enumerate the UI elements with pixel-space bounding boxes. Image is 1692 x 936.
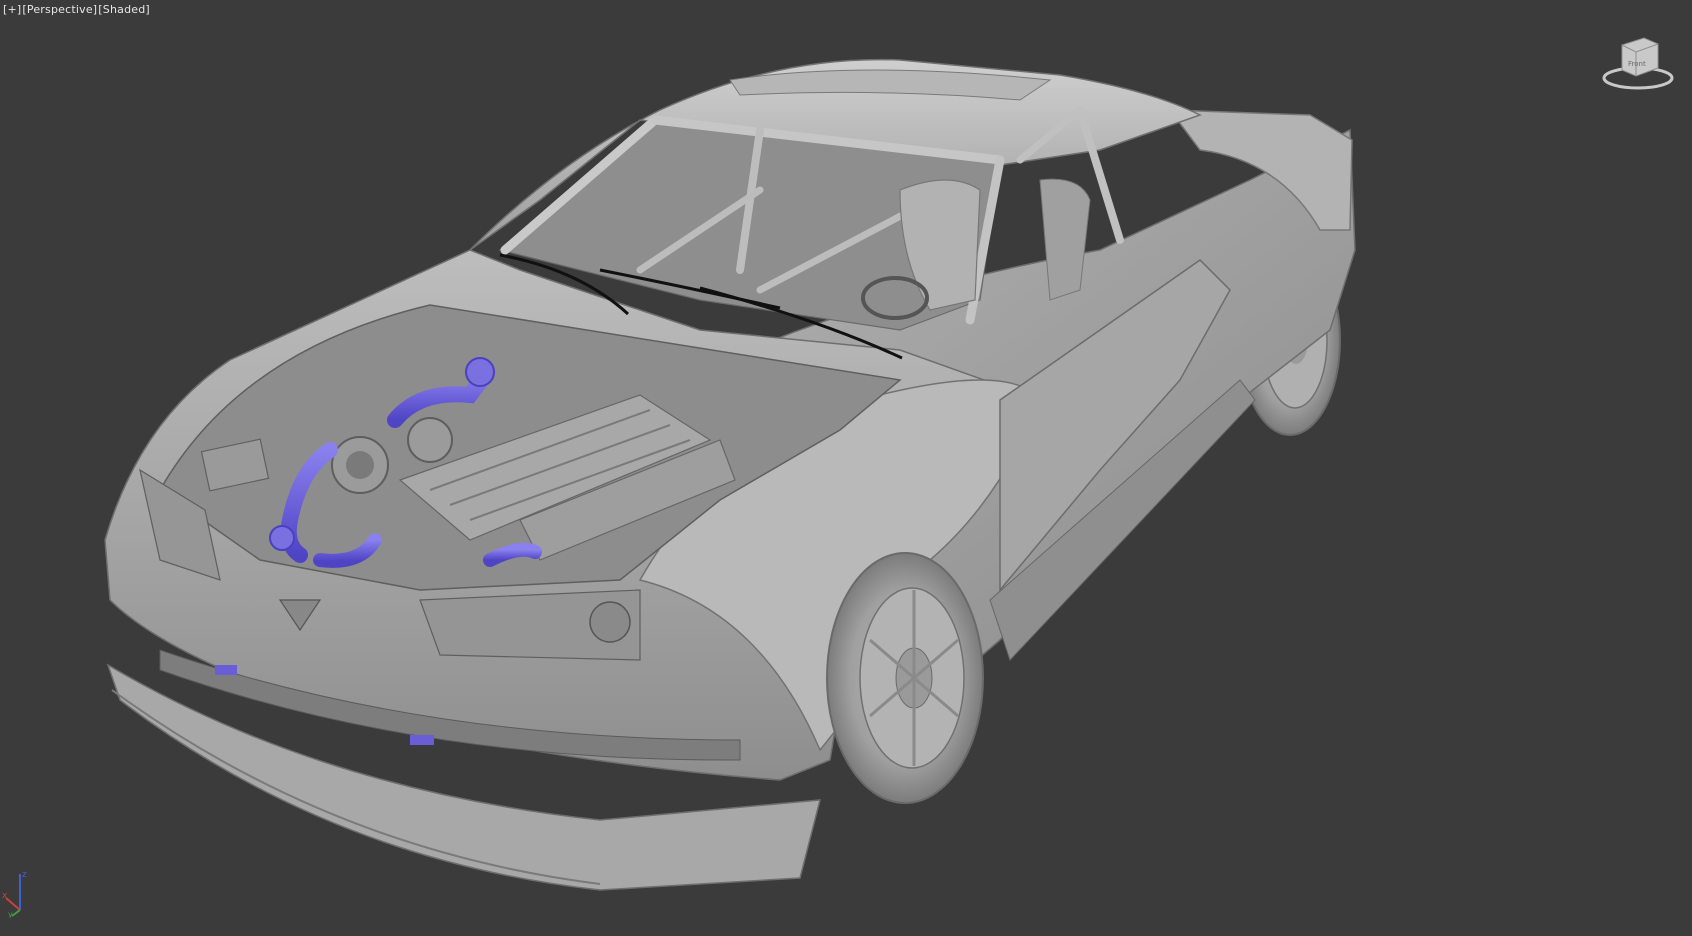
axis-tripod: z x y (2, 868, 38, 919)
y-axis-line (11, 909, 21, 917)
z-axis-label: z (22, 870, 27, 880)
viewcube[interactable]: Front (1600, 30, 1676, 92)
car-model[interactable] (0, 0, 1692, 936)
front-wheel (826, 552, 984, 804)
x-axis-line (5, 897, 21, 911)
x-axis-label: x (2, 891, 8, 901)
viewcube-icon: Front (1602, 37, 1674, 90)
y-axis-label: y (8, 910, 13, 918)
3d-viewport[interactable]: [+] [Perspective] [Shaded] Front z x y (0, 0, 1692, 936)
viewcube-face-label: Front (1628, 60, 1646, 68)
